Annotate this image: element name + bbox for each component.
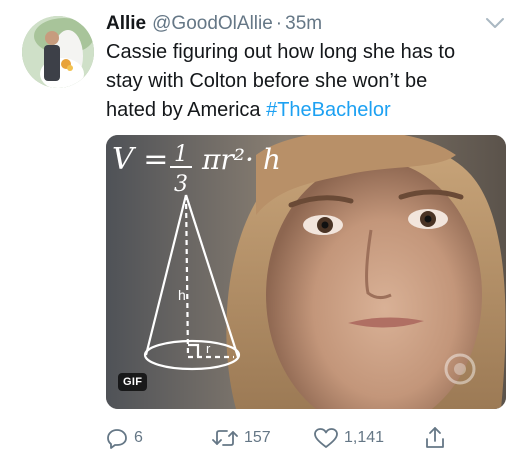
- retweet-button[interactable]: 157: [212, 424, 271, 452]
- tweet-header: Allie @GoodOlAllie · 35m: [106, 13, 322, 37]
- user-handle[interactable]: @GoodOlAllie: [152, 13, 273, 35]
- share-icon: [426, 427, 444, 448]
- display-name[interactable]: Allie: [106, 13, 146, 35]
- tweet-text: Cassie figuring out how long she has to …: [106, 38, 506, 125]
- formula-suffix: πr²· h: [201, 143, 281, 176]
- reply-icon: [107, 429, 127, 449]
- tweet-text-line: hated by America #TheBachelor: [106, 96, 506, 125]
- gif-frame: V = 1 3 πr²· h h r: [106, 135, 506, 409]
- tweet-media-gif[interactable]: V = 1 3 πr²· h h r GIF: [106, 135, 506, 409]
- formula-prefix: V =: [112, 142, 168, 177]
- tweet-text-line: Cassie figuring out how long she has to: [106, 41, 456, 63]
- like-count: 1,141: [344, 429, 385, 446]
- tweet: Allie @GoodOlAllie · 35m Cassie figuring…: [0, 0, 528, 474]
- cone-radius-label: r: [206, 341, 211, 356]
- tweet-actions: 6 157 1,141: [106, 424, 506, 452]
- formula-fraction-numerator: 1: [174, 142, 188, 167]
- cone-height-label: h: [178, 287, 186, 303]
- reply-count: 6: [134, 429, 143, 446]
- formula-fraction-denominator: 3: [174, 172, 188, 197]
- share-button[interactable]: [424, 424, 452, 452]
- retweet-count: 157: [244, 429, 271, 446]
- chevron-down-icon[interactable]: [484, 16, 506, 30]
- gif-badge: GIF: [118, 373, 148, 391]
- retweet-icon: [212, 430, 238, 446]
- timestamp[interactable]: 35m: [285, 13, 322, 35]
- tweet-text-segment: hated by America: [106, 99, 267, 121]
- tweet-text-line: stay with Colton before she won’t be: [106, 70, 428, 92]
- like-icon: [314, 428, 338, 448]
- separator-dot: ·: [275, 13, 283, 34]
- like-button[interactable]: 1,141: [314, 424, 384, 452]
- reply-button[interactable]: 6: [106, 424, 143, 452]
- avatar[interactable]: [22, 16, 94, 88]
- hashtag-link[interactable]: #TheBachelor: [266, 99, 391, 121]
